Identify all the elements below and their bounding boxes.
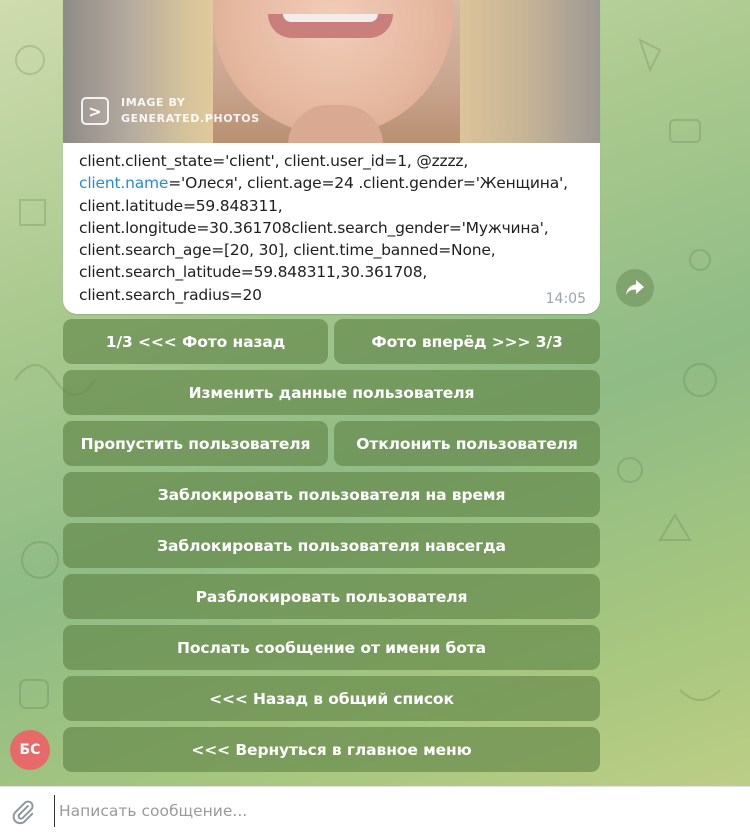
edit-user-button[interactable]: Изменить данные пользователя bbox=[63, 370, 600, 415]
ban-temp-button[interactable]: Заблокировать пользователя на время bbox=[63, 472, 600, 517]
message-text: client.client_state='client', client.use… bbox=[63, 143, 600, 306]
photo-teeth bbox=[283, 14, 378, 22]
send-as-bot-button[interactable]: Послать сообщение от имени бота bbox=[63, 625, 600, 670]
message-composer bbox=[0, 786, 750, 834]
message-text-part-1: client.client_state='client', client.use… bbox=[79, 152, 469, 170]
user-photo[interactable]: > IMAGE BY GENERATED.PHOTOS bbox=[63, 0, 600, 143]
back-to-list-button[interactable]: <<< Назад в общий список bbox=[63, 676, 600, 721]
client-name-link[interactable]: client.name bbox=[79, 174, 168, 192]
skip-user-button[interactable]: Пропустить пользователя bbox=[63, 421, 328, 466]
message-input[interactable] bbox=[54, 795, 739, 827]
watermark-line-2: GENERATED.PHOTOS bbox=[121, 112, 260, 125]
main-menu-button[interactable]: <<< Вернуться в главное меню bbox=[63, 727, 600, 772]
prev-photo-button[interactable]: 1/3 <<< Фото назад bbox=[63, 319, 328, 364]
unban-button[interactable]: Разблокировать пользователя bbox=[63, 574, 600, 619]
bot-avatar[interactable]: БС bbox=[10, 730, 50, 770]
watermark-text: IMAGE BY GENERATED.PHOTOS bbox=[121, 95, 260, 127]
bot-message-bubble: > IMAGE BY GENERATED.PHOTOS client.clien… bbox=[63, 0, 600, 314]
watermark-logo-icon: > bbox=[81, 97, 109, 125]
photo-watermark: > IMAGE BY GENERATED.PHOTOS bbox=[81, 95, 260, 127]
watermark-line-1: IMAGE BY bbox=[121, 96, 186, 109]
message-time: 14:05 bbox=[545, 291, 586, 307]
reject-user-button[interactable]: Отклонить пользователя bbox=[334, 421, 600, 466]
message-text-part-2: ='Олеся', client.age=24 .client.gender='… bbox=[79, 174, 568, 304]
photo-hair-right bbox=[460, 0, 600, 143]
share-arrow-icon[interactable] bbox=[616, 269, 654, 307]
next-photo-button[interactable]: Фото вперёд >>> 3/3 bbox=[334, 319, 600, 364]
ban-forever-button[interactable]: Заблокировать пользователя навсегда bbox=[63, 523, 600, 568]
paperclip-icon[interactable] bbox=[10, 799, 36, 825]
